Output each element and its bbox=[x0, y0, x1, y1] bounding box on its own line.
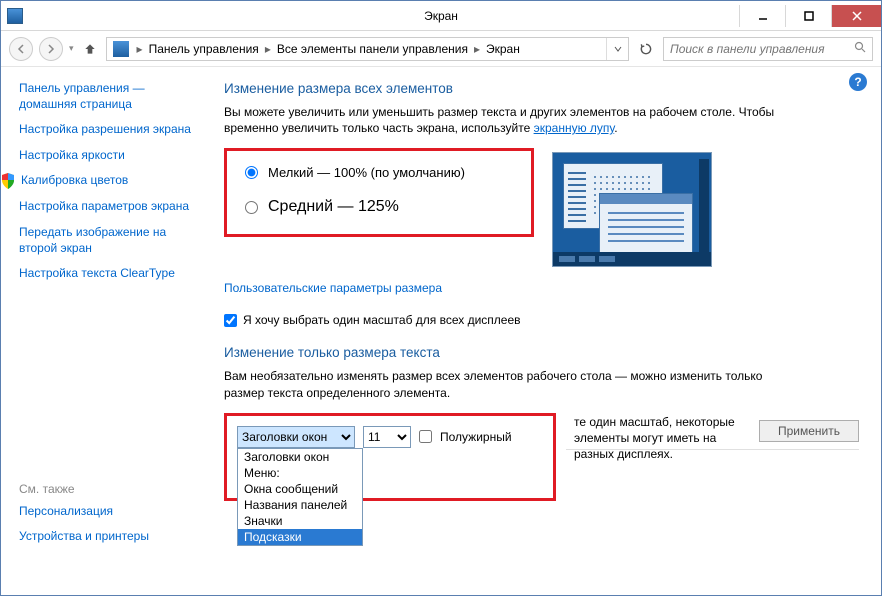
custom-size-link[interactable]: Пользовательские параметры размера bbox=[224, 281, 442, 295]
description-text-size: Вам необязательно изменять размер всех э… bbox=[224, 368, 784, 400]
element-dropdown-list[interactable]: Заголовки окон Меню: Окна сообщений Назв… bbox=[237, 448, 363, 546]
monitor-icon bbox=[113, 41, 129, 57]
window-icon bbox=[7, 8, 23, 24]
sidebar-item-calibrate[interactable]: Калибровка цветов bbox=[21, 173, 128, 189]
see-also-devices-printers[interactable]: Устройства и принтеры bbox=[19, 529, 198, 545]
search-icon[interactable] bbox=[848, 41, 872, 56]
maximize-button[interactable] bbox=[785, 5, 831, 27]
chevron-right-icon[interactable]: ▸ bbox=[263, 42, 273, 56]
chevron-right-icon[interactable]: ▸ bbox=[135, 42, 145, 56]
magnifier-link[interactable]: экранную лупу bbox=[534, 121, 615, 135]
history-dropdown-icon[interactable]: ▾ bbox=[69, 43, 74, 54]
search-box[interactable] bbox=[663, 37, 873, 61]
sidebar-item-home[interactable]: Панель управления — домашняя страница bbox=[19, 81, 198, 112]
sidebar-item-display-settings[interactable]: Настройка параметров экрана bbox=[19, 199, 198, 215]
sidebar-item-brightness[interactable]: Настройка яркости bbox=[19, 148, 198, 164]
breadcrumb-item[interactable]: Панель управления bbox=[145, 42, 263, 56]
sidebar-item-resolution[interactable]: Настройка разрешения экрана bbox=[19, 122, 198, 138]
breadcrumb-dropdown-icon[interactable] bbox=[606, 38, 628, 60]
description-resize-all: Вы можете увеличить или уменьшить размер… bbox=[224, 104, 784, 136]
help-icon[interactable]: ? bbox=[849, 73, 867, 91]
search-input[interactable] bbox=[664, 42, 848, 56]
preview-image bbox=[552, 152, 712, 267]
size-radio-group: Мелкий — 100% (по умолчанию) Средний — 1… bbox=[224, 148, 534, 237]
minimize-button[interactable] bbox=[739, 5, 785, 27]
radio-medium-input[interactable] bbox=[245, 201, 258, 214]
shield-icon bbox=[1, 173, 15, 189]
dropdown-option[interactable]: Значки bbox=[238, 513, 362, 529]
dropdown-option[interactable]: Названия панелей bbox=[238, 497, 362, 513]
dropdown-option-selected[interactable]: Подсказки bbox=[238, 529, 362, 545]
breadcrumb-bar[interactable]: ▸ Панель управления ▸ Все элементы панел… bbox=[106, 37, 629, 61]
back-button[interactable] bbox=[9, 37, 33, 61]
heading-text-size: Изменение только размера текста bbox=[224, 345, 859, 360]
heading-resize-all: Изменение размера всех элементов bbox=[224, 81, 859, 96]
see-also-personalization[interactable]: Персонализация bbox=[19, 504, 198, 520]
dropdown-option[interactable]: Окна сообщений bbox=[238, 481, 362, 497]
sidebar-item-cleartype[interactable]: Настройка текста ClearType bbox=[19, 266, 198, 282]
up-level-button[interactable] bbox=[80, 39, 100, 59]
breadcrumb-item[interactable]: Все элементы панели управления bbox=[273, 42, 472, 56]
close-button[interactable] bbox=[831, 5, 881, 27]
dropdown-option[interactable]: Меню: bbox=[238, 465, 362, 481]
see-also-label: См. также bbox=[19, 482, 198, 496]
single-scale-checkbox[interactable] bbox=[224, 314, 237, 327]
radio-small-input[interactable] bbox=[245, 166, 258, 179]
radio-small[interactable]: Мелкий — 100% (по умолчанию) bbox=[245, 165, 511, 180]
sidebar-item-project[interactable]: Передать изображение на второй экран bbox=[19, 225, 198, 256]
forward-button[interactable] bbox=[39, 37, 63, 61]
single-scale-label: Я хочу выбрать один масштаб для всех дис… bbox=[243, 313, 521, 327]
chevron-right-icon[interactable]: ▸ bbox=[472, 42, 482, 56]
dropdown-option[interactable]: Заголовки окон bbox=[238, 449, 362, 465]
apply-button[interactable]: Применить bbox=[759, 420, 859, 442]
radio-medium-label: Средний — 125% bbox=[268, 198, 399, 216]
radio-medium[interactable]: Средний — 125% bbox=[245, 198, 511, 216]
breadcrumb-item[interactable]: Экран bbox=[482, 42, 524, 56]
radio-small-label: Мелкий — 100% (по умолчанию) bbox=[268, 165, 465, 180]
refresh-button[interactable] bbox=[635, 38, 657, 60]
